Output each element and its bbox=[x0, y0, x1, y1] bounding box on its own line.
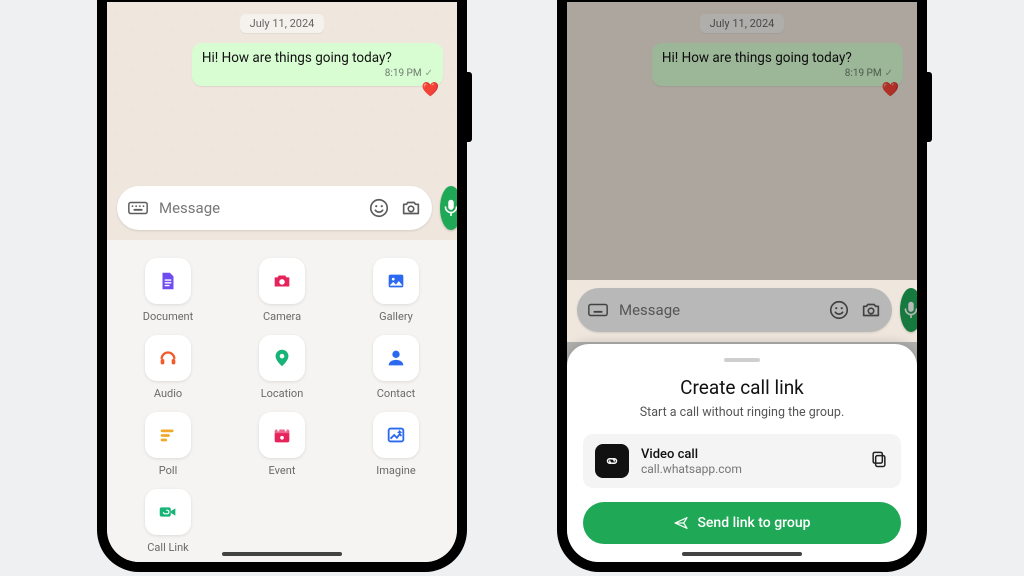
composer bbox=[567, 280, 917, 342]
contact-icon bbox=[373, 335, 419, 381]
phone-right: July 11, 2024 Hi! How are things going t… bbox=[557, 0, 927, 572]
date-stamp: July 11, 2024 bbox=[240, 14, 325, 33]
attach-imagine[interactable]: Imagine bbox=[373, 412, 419, 477]
composer bbox=[107, 178, 457, 240]
attachment-sheet: Document Camera Gallery Audio Location Contac… bbox=[107, 240, 457, 562]
date-stamp: July 11, 2024 bbox=[700, 14, 785, 33]
camera-icon[interactable] bbox=[400, 197, 422, 219]
send-link-label: Send link to group bbox=[697, 515, 810, 531]
location-icon bbox=[259, 335, 305, 381]
imagine-icon bbox=[373, 412, 419, 458]
attach-label: Camera bbox=[263, 310, 301, 323]
mic-button[interactable] bbox=[440, 186, 457, 230]
attach-label: Audio bbox=[154, 387, 182, 400]
doc-icon bbox=[145, 258, 191, 304]
attach-label: Document bbox=[143, 310, 193, 323]
call-type-label: Video call bbox=[641, 447, 857, 462]
send-link-button[interactable]: Send link to group bbox=[583, 502, 901, 544]
calllink-icon bbox=[145, 489, 191, 535]
camera-icon bbox=[259, 258, 305, 304]
create-call-link-sheet: Create call link Start a call without ri… bbox=[567, 344, 917, 562]
call-link-url: call.whatsapp.com bbox=[641, 462, 857, 476]
sheet-title: Create call link bbox=[583, 376, 901, 399]
home-indicator[interactable] bbox=[222, 552, 342, 556]
attach-camera[interactable]: Camera bbox=[259, 258, 305, 323]
sheet-subtitle: Start a call without ringing the group. bbox=[583, 405, 901, 420]
chat-area: July 11, 2024 Hi! How are things going t… bbox=[107, 2, 457, 178]
emoji-icon bbox=[828, 299, 850, 321]
attach-label: Event bbox=[269, 464, 296, 477]
mic-button bbox=[900, 288, 917, 332]
attach-label: Location bbox=[261, 387, 304, 400]
attach-poll[interactable]: Poll bbox=[145, 412, 191, 477]
message-text: Hi! How are things going today? bbox=[202, 50, 433, 66]
copy-icon[interactable] bbox=[869, 449, 889, 473]
attach-event[interactable]: Event bbox=[259, 412, 305, 477]
chat-area: July 11, 2024 Hi! How are things going t… bbox=[567, 2, 917, 280]
link-icon bbox=[595, 444, 629, 478]
home-indicator[interactable] bbox=[682, 552, 802, 556]
camera-icon bbox=[860, 299, 882, 321]
attach-contact[interactable]: Contact bbox=[373, 335, 419, 400]
check-icon: ✓ bbox=[885, 68, 893, 79]
poll-icon bbox=[145, 412, 191, 458]
message-bubble: Hi! How are things going today? 8:19 PM … bbox=[652, 43, 903, 86]
attach-doc[interactable]: Document bbox=[143, 258, 193, 323]
attach-audio[interactable]: Audio bbox=[145, 335, 191, 400]
message-input[interactable] bbox=[159, 199, 358, 217]
audio-icon bbox=[145, 335, 191, 381]
message-bubble[interactable]: Hi! How are things going today? 8:19 PM … bbox=[192, 43, 443, 86]
attach-label: Contact bbox=[377, 387, 415, 400]
heart-reaction-icon: ❤️ bbox=[882, 82, 899, 98]
message-text: Hi! How are things going today? bbox=[662, 50, 893, 66]
message-time: 8:19 PM bbox=[385, 68, 422, 79]
attach-label: Imagine bbox=[376, 464, 415, 477]
phone-left: July 11, 2024 Hi! How are things going t… bbox=[97, 0, 467, 572]
keyboard-icon bbox=[587, 299, 609, 321]
attach-label: Gallery bbox=[379, 310, 413, 323]
event-icon bbox=[259, 412, 305, 458]
check-icon: ✓ bbox=[425, 68, 433, 79]
message-time: 8:19 PM bbox=[845, 68, 882, 79]
gallery-icon bbox=[373, 258, 419, 304]
message-input bbox=[619, 301, 818, 319]
drag-handle[interactable] bbox=[724, 358, 760, 362]
emoji-icon[interactable] bbox=[368, 197, 390, 219]
attach-gallery[interactable]: Gallery bbox=[373, 258, 419, 323]
attach-calllink[interactable]: Call Link bbox=[145, 489, 191, 554]
attach-location[interactable]: Location bbox=[259, 335, 305, 400]
attach-label: Call Link bbox=[147, 541, 188, 554]
attach-label: Poll bbox=[159, 464, 178, 477]
heart-reaction-icon[interactable]: ❤️ bbox=[422, 82, 439, 98]
call-link-row[interactable]: Video call call.whatsapp.com bbox=[583, 434, 901, 488]
keyboard-icon[interactable] bbox=[127, 197, 149, 219]
